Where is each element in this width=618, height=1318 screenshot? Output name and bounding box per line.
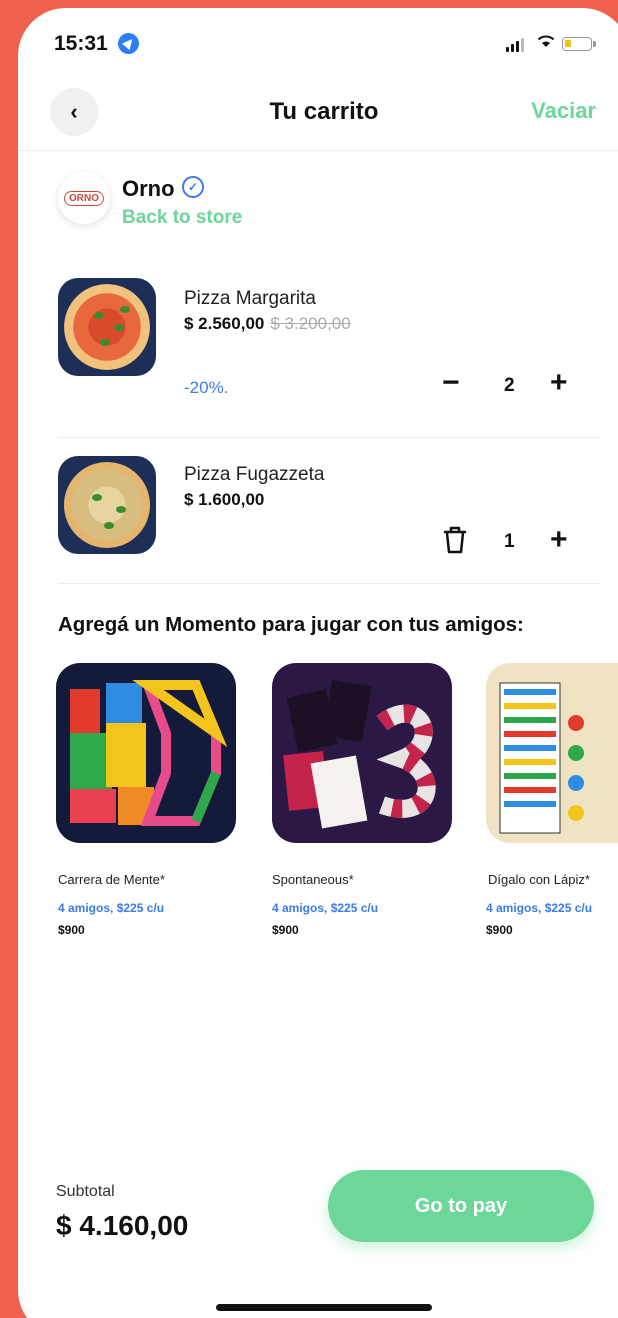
- momentos-title: Agregá un Momento para jugar con tus ami…: [58, 613, 524, 636]
- wifi-icon: [536, 33, 556, 54]
- game-card-carrera-de-mente[interactable]: [56, 663, 236, 843]
- home-indicator[interactable]: [216, 1304, 432, 1311]
- pizza-margarita-image: [58, 278, 156, 376]
- item-name: Pizza Margarita: [184, 288, 316, 309]
- status-time: 15:31: [54, 32, 108, 55]
- game-name: Carrera de Mente*: [58, 872, 165, 887]
- old-price: $ 3.200,00: [270, 314, 351, 333]
- item-price: $ 1.600,00: [184, 490, 264, 510]
- store-name: Orno: [122, 176, 175, 201]
- signal-icon: [506, 38, 524, 52]
- verified-icon: ✓: [182, 176, 204, 198]
- pizza-fugazzeta-image: [58, 456, 156, 554]
- subtotal-label: Subtotal: [56, 1183, 115, 1200]
- go-to-pay-button[interactable]: Go to pay: [328, 1170, 594, 1242]
- store-logo[interactable]: ORNO: [58, 172, 110, 224]
- item-name: Pizza Fugazzeta: [184, 464, 325, 485]
- store-logo-text: ORNO: [64, 190, 104, 206]
- game-price: $900: [58, 923, 85, 937]
- trash-icon[interactable]: [442, 525, 468, 555]
- game-name: Spontaneous*: [272, 872, 354, 887]
- phone-screen: 15:31 ‹ Tu carrito Vaciar ORNO Orno ✓ Ba…: [18, 8, 618, 1318]
- game-price: $900: [486, 923, 513, 937]
- game-players: 4 amigos, $225 c/u: [486, 901, 593, 915]
- decrease-quantity-button[interactable]: −: [442, 368, 460, 398]
- subtotal-value: $ 4.160,00: [56, 1210, 189, 1241]
- game-price: $900: [272, 923, 299, 937]
- back-to-store-link[interactable]: Back to store: [122, 207, 242, 229]
- game-card-digalo-con-lapiz[interactable]: [486, 663, 618, 843]
- item-quantity: 1: [504, 531, 515, 552]
- page-title: Tu carrito: [269, 98, 379, 125]
- current-price: $ 2.560,00: [184, 314, 265, 333]
- game-name: Dígalo con Lápiz*: [488, 872, 590, 887]
- discount-badge: -20%.: [184, 378, 229, 397]
- game-players: 4 amigos, $225 c/u: [272, 901, 379, 915]
- current-price: $ 1.600,00: [184, 490, 265, 509]
- item-divider: [58, 583, 600, 584]
- location-icon: [118, 33, 139, 54]
- battery-icon: [562, 37, 596, 51]
- header-divider: [18, 150, 618, 151]
- increase-quantity-button[interactable]: +: [550, 368, 568, 398]
- item-quantity: 2: [504, 375, 515, 396]
- item-divider: [58, 437, 600, 438]
- game-players: 4 amigos, $225 c/u: [58, 901, 165, 915]
- item-price: $ 2.560,00 $ 3.200,00: [184, 314, 351, 334]
- game-card-spontaneous[interactable]: [272, 663, 452, 843]
- clear-cart-button[interactable]: Vaciar: [531, 98, 596, 124]
- increase-quantity-button[interactable]: +: [550, 525, 568, 555]
